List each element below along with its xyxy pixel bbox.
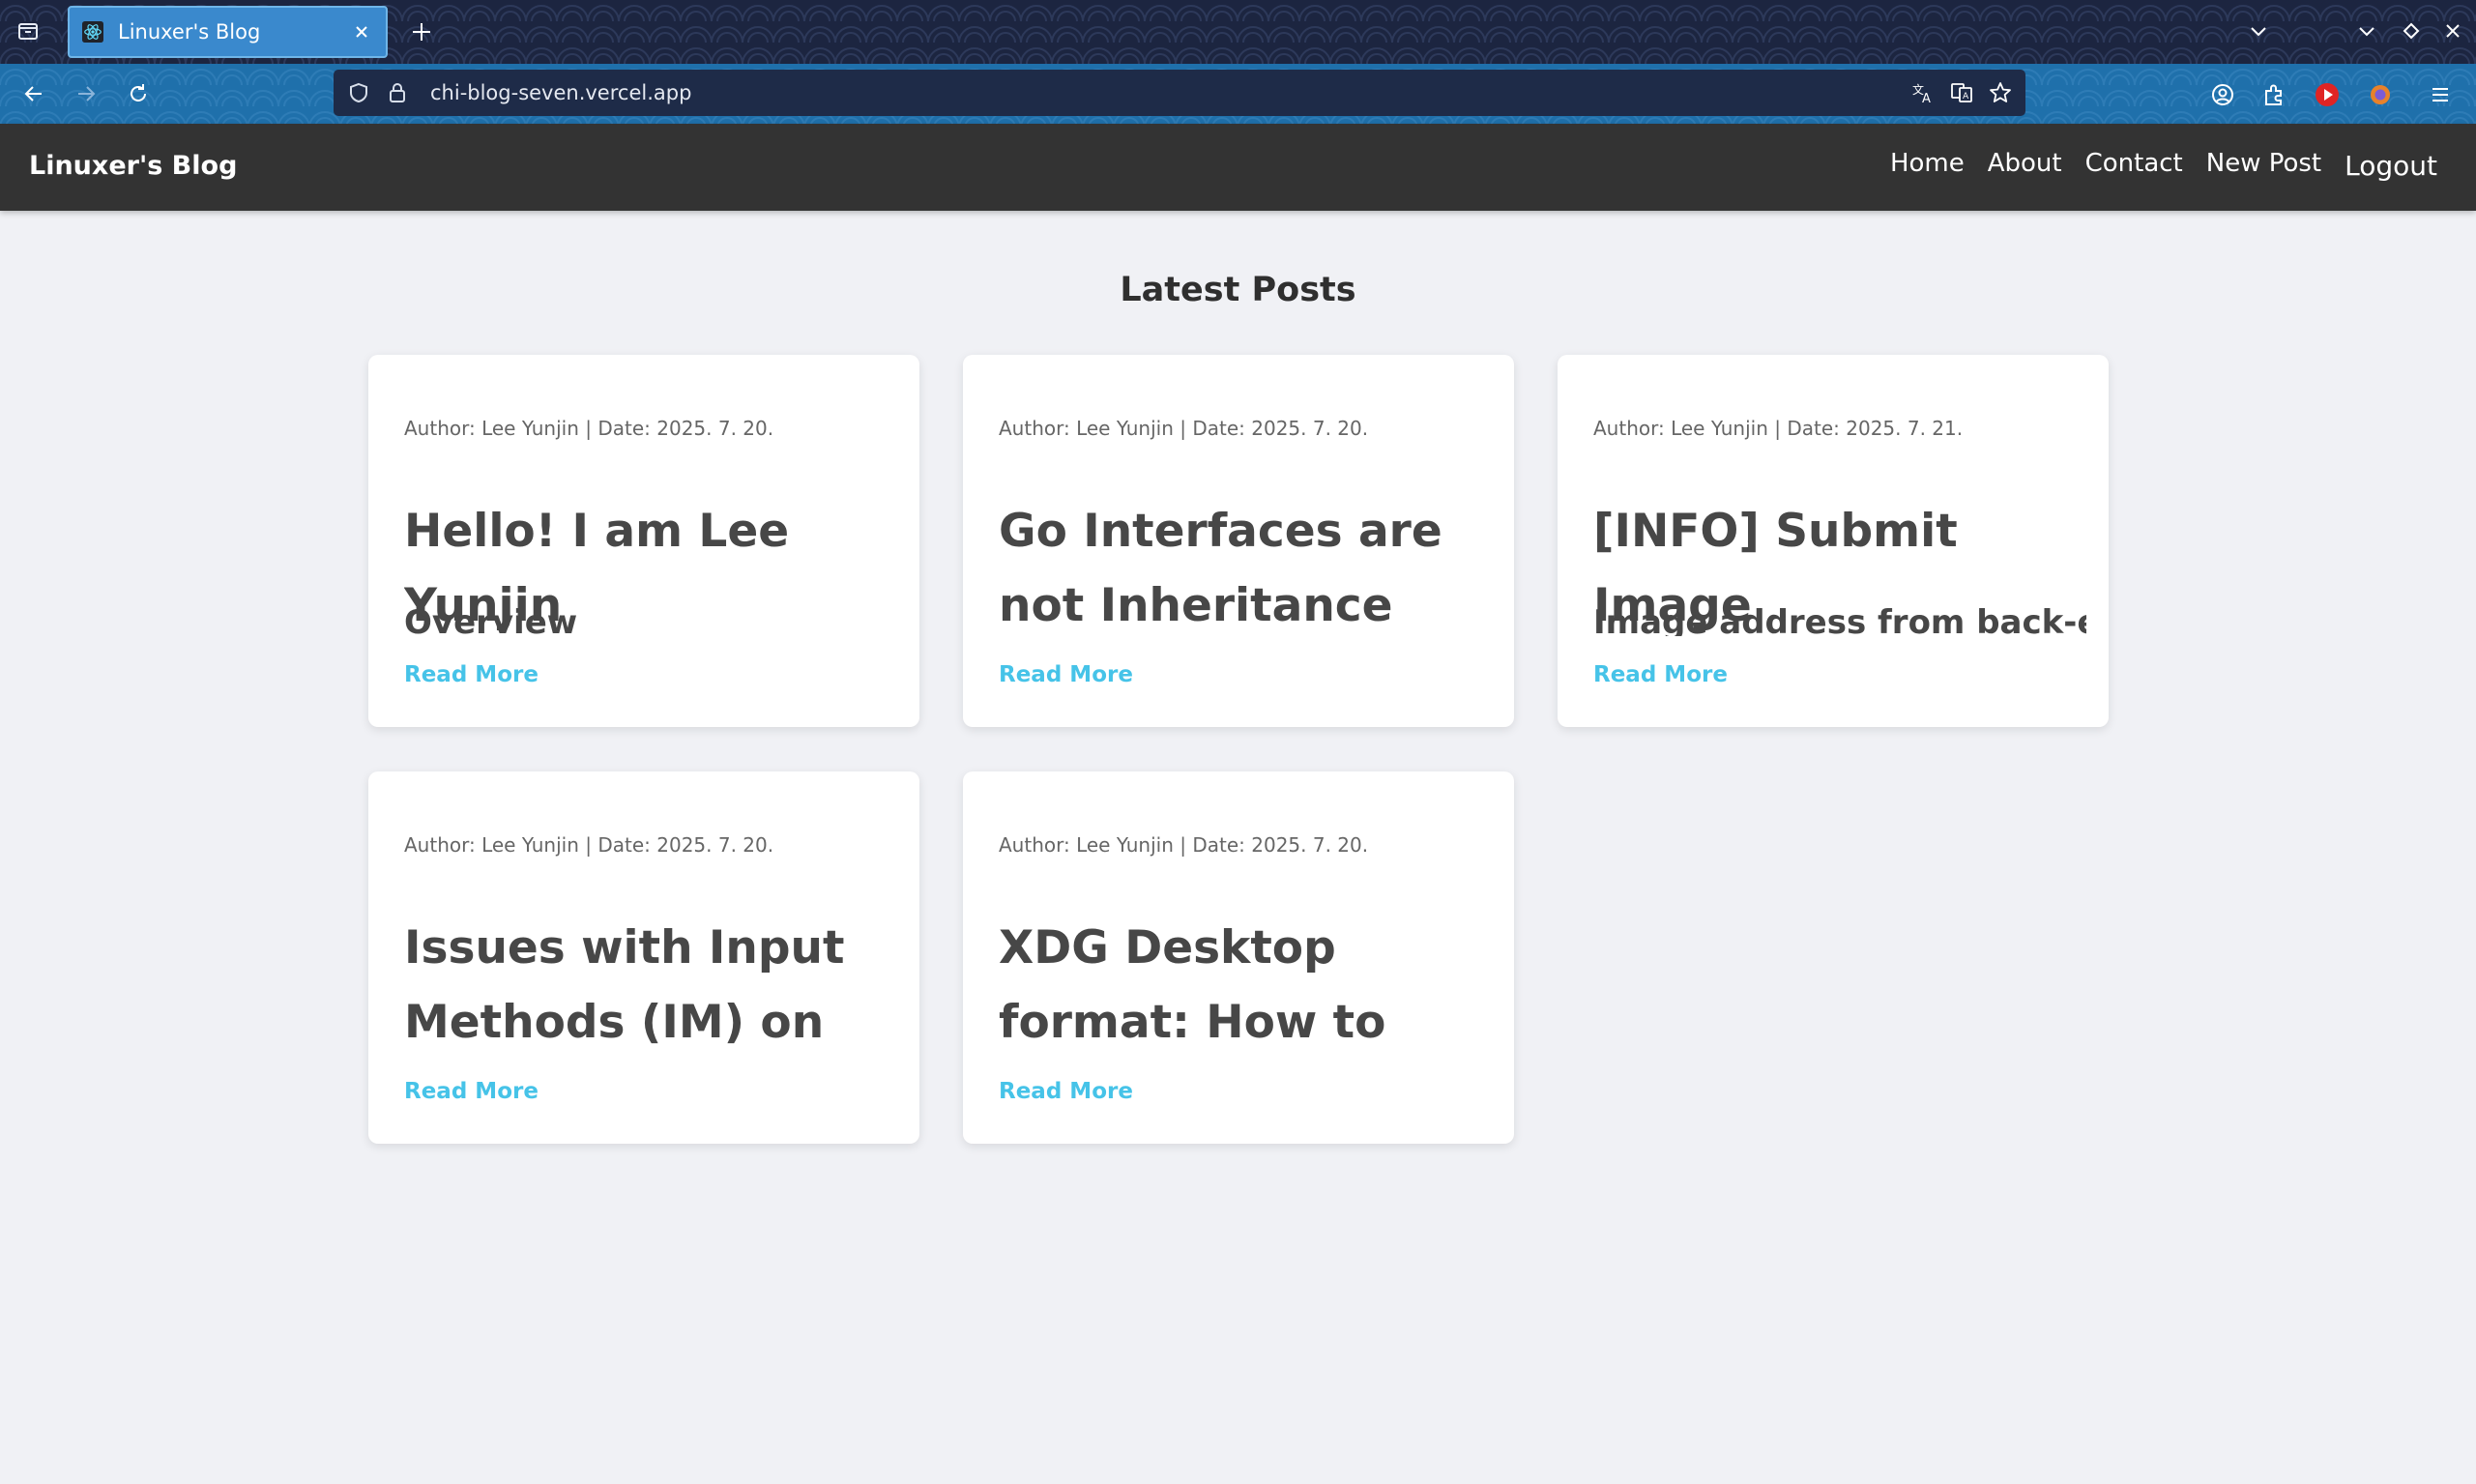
nav-logout-link[interactable]: Logout xyxy=(2345,150,2437,182)
site-brand[interactable]: Linuxer's Blog xyxy=(29,151,237,181)
tab-list-icon xyxy=(18,23,38,40)
maximize-icon xyxy=(2403,22,2420,40)
close-icon xyxy=(356,26,367,38)
react-atom-icon xyxy=(81,20,104,44)
puzzle-icon xyxy=(2265,84,2282,105)
shield-icon[interactable] xyxy=(343,77,374,108)
translate-button[interactable]: 文 A xyxy=(1904,73,1942,112)
section-title: Latest Posts xyxy=(1120,271,1356,309)
nav-home-link[interactable]: Home xyxy=(1890,149,1965,182)
extensions-button[interactable] xyxy=(2257,77,2291,112)
chevron-down-icon xyxy=(2251,27,2266,37)
site-header: Linuxer's Blog Home About Contact New Po… xyxy=(0,124,2476,211)
post-card: Author: Lee Yunjin | Date: 2025. 7. 20. … xyxy=(368,771,919,1144)
browser-tab-bar: Linuxer's Blog xyxy=(0,0,2476,64)
post-meta: Author: Lee Yunjin | Date: 2025. 7. 20. xyxy=(404,833,774,857)
read-more-link[interactable]: Read More xyxy=(404,1079,539,1104)
svg-text:A: A xyxy=(1963,92,1969,102)
post-meta: Author: Lee Yunjin | Date: 2025. 7. 21. xyxy=(1593,417,1964,440)
minimize-window-button[interactable] xyxy=(2351,15,2382,46)
read-more-link[interactable]: Read More xyxy=(999,1079,1133,1104)
app-menu-button[interactable] xyxy=(2423,77,2458,112)
post-meta: Author: Lee Yunjin | Date: 2025. 7. 20. xyxy=(999,417,1369,440)
minimize-icon xyxy=(2359,27,2374,37)
translate-icon: 文 A xyxy=(1912,82,1931,105)
arrow-right-icon xyxy=(78,86,96,102)
tab-title: Linuxer's Blog xyxy=(118,20,261,44)
star-icon xyxy=(1990,82,2011,102)
active-tab[interactable]: Linuxer's Blog xyxy=(68,6,388,58)
read-more-link[interactable]: Read More xyxy=(999,662,1133,687)
post-card: Author: Lee Yunjin | Date: 2025. 7. 20. … xyxy=(963,771,1514,1144)
close-tab-button[interactable] xyxy=(349,19,374,44)
read-more-link[interactable]: Read More xyxy=(1593,662,1728,687)
post-meta: Author: Lee Yunjin | Date: 2025. 7. 20. xyxy=(999,833,1369,857)
post-meta: Author: Lee Yunjin | Date: 2025. 7. 20. xyxy=(404,417,774,440)
fox-icon xyxy=(2371,85,2390,104)
site-nav: Home About Contact New Post Logout xyxy=(1867,149,2437,182)
post-card: Author: Lee Yunjin | Date: 2025. 7. 21. … xyxy=(1558,355,2109,727)
bookmark-button[interactable] xyxy=(1981,73,2020,112)
reload-icon xyxy=(131,84,146,102)
post-title[interactable]: XDG Desktop format: How to Highlight it … xyxy=(999,911,1492,1060)
close-window-button[interactable] xyxy=(2437,15,2468,46)
page-translate-button[interactable]: A xyxy=(1942,73,1981,112)
read-more-link[interactable]: Read More xyxy=(404,662,539,687)
post-card: Author: Lee Yunjin | Date: 2025. 7. 20. … xyxy=(368,355,919,727)
address-bar[interactable]: chi-blog-seven.vercel.app 文 A A xyxy=(334,70,2025,116)
back-button[interactable] xyxy=(17,77,50,110)
post-excerpt: Overview xyxy=(404,603,578,636)
nav-new-post-link[interactable]: New Post xyxy=(2206,149,2321,182)
post-title[interactable]: Issues with Input Methods (IM) on Linux xyxy=(404,911,897,1060)
reload-button[interactable] xyxy=(122,77,155,110)
post-title[interactable]: Go Interfaces are not Inheritance xyxy=(999,494,1492,643)
close-window-icon xyxy=(2446,24,2460,38)
tab-list-button[interactable] xyxy=(14,16,43,45)
account-button[interactable] xyxy=(2205,77,2240,112)
hamburger-icon xyxy=(2432,88,2448,102)
url-text[interactable]: chi-blog-seven.vercel.app xyxy=(430,81,1904,104)
arrow-left-icon xyxy=(24,86,42,102)
account-icon xyxy=(2212,84,2233,105)
nav-contact-link[interactable]: Contact xyxy=(2085,149,2183,182)
plus-icon xyxy=(413,23,430,41)
post-card: Author: Lee Yunjin | Date: 2025. 7. 20. … xyxy=(963,355,1514,727)
post-excerpt: Image address from back-end xyxy=(1593,603,2086,636)
nav-about-link[interactable]: About xyxy=(1988,149,2062,182)
page-translate-icon: A xyxy=(1951,83,1972,102)
new-tab-button[interactable] xyxy=(406,16,437,47)
firefox-extension-button[interactable] xyxy=(2363,77,2398,112)
forward-button[interactable] xyxy=(70,77,102,110)
play-icon xyxy=(2316,83,2339,106)
list-all-tabs-button[interactable] xyxy=(2243,15,2274,46)
svg-text:A: A xyxy=(1922,92,1931,105)
maximize-window-button[interactable] xyxy=(2396,15,2427,46)
lock-icon[interactable] xyxy=(382,77,413,108)
video-extension-button[interactable] xyxy=(2310,77,2345,112)
